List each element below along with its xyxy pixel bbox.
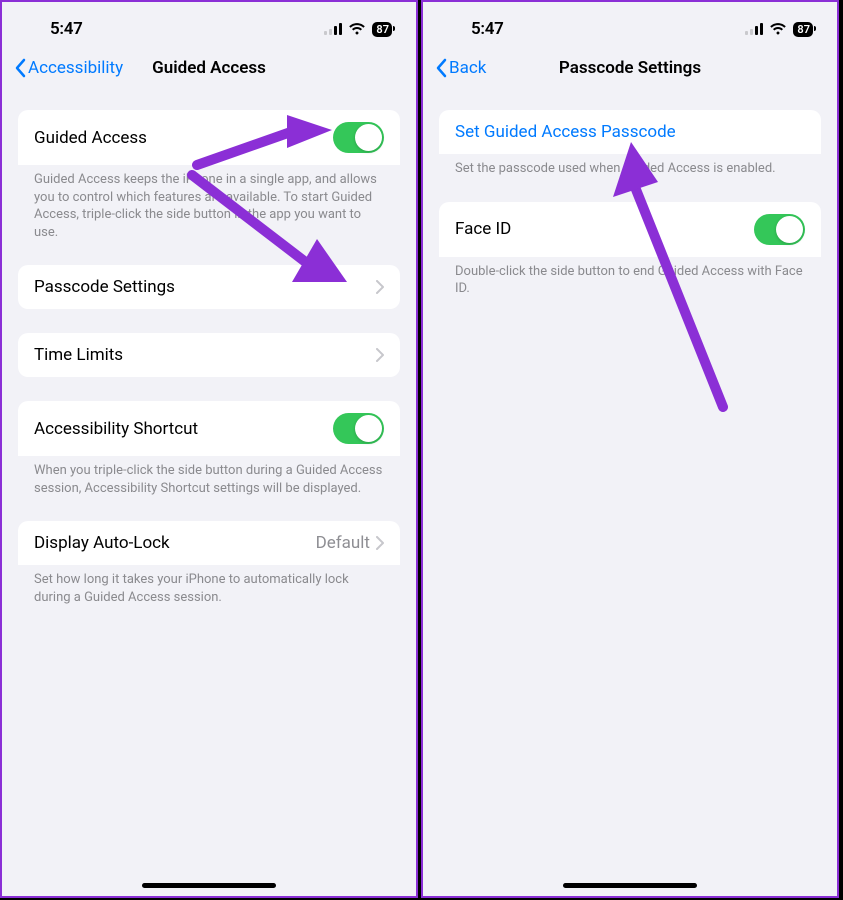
nav-bar: Accessibility Guided Access <box>2 48 416 92</box>
nav-bar: Back Passcode Settings <box>423 48 837 92</box>
toggle-switch[interactable] <box>754 214 805 245</box>
settings-list: Guided Access Guided Access keeps the iP… <box>2 110 416 606</box>
group-footer: Double-click the side button to end Guid… <box>439 257 821 298</box>
status-time: 5:47 <box>447 19 504 39</box>
battery-icon: 87 <box>372 22 392 37</box>
group-guided-access: Guided Access Guided Access keeps the iP… <box>18 110 400 241</box>
status-icons: 87 <box>745 22 813 37</box>
status-bar: 5:47 87 <box>423 2 837 48</box>
phone-guided-access: 5:47 87 Accessibility Guided Access Guid… <box>0 0 418 898</box>
cellular-icon <box>324 23 342 35</box>
toggle-switch[interactable] <box>333 413 384 444</box>
battery-icon: 87 <box>793 22 813 37</box>
row-time-limits[interactable]: Time Limits <box>18 333 400 377</box>
row-accessibility-shortcut[interactable]: Accessibility Shortcut <box>18 401 400 456</box>
row-passcode-settings[interactable]: Passcode Settings <box>18 265 400 309</box>
group-passcode: Passcode Settings <box>18 265 400 309</box>
chevron-left-icon <box>14 58 26 78</box>
wifi-icon <box>348 23 366 35</box>
group-footer: Set the passcode used when Guided Access… <box>439 154 821 178</box>
row-label: Passcode Settings <box>34 277 376 297</box>
row-faceid[interactable]: Face ID <box>439 202 821 257</box>
group-time-limits: Time Limits <box>18 333 400 377</box>
page-title: Guided Access <box>152 58 266 78</box>
group-set-passcode: Set Guided Access Passcode Set the passc… <box>439 110 821 178</box>
group-footer: Set how long it takes your iPhone to aut… <box>18 565 400 606</box>
status-bar: 5:47 87 <box>2 2 416 48</box>
cellular-icon <box>745 23 763 35</box>
home-indicator[interactable] <box>142 883 276 888</box>
row-label: Face ID <box>455 219 754 239</box>
chevron-right-icon <box>376 536 384 550</box>
page-title: Passcode Settings <box>559 58 701 78</box>
chevron-right-icon <box>376 280 384 294</box>
row-label: Time Limits <box>34 345 376 365</box>
row-label: Accessibility Shortcut <box>34 419 333 439</box>
group-faceid: Face ID Double-click the side button to … <box>439 202 821 298</box>
back-button[interactable]: Back <box>435 58 486 78</box>
row-set-passcode[interactable]: Set Guided Access Passcode <box>439 110 821 154</box>
home-indicator[interactable] <box>563 883 697 888</box>
back-label: Back <box>449 58 486 78</box>
back-button[interactable]: Accessibility <box>14 58 123 78</box>
group-display-autolock: Display Auto-Lock Default Set how long i… <box>18 521 400 606</box>
row-label: Set Guided Access Passcode <box>455 122 676 142</box>
toggle-switch[interactable] <box>333 122 384 153</box>
back-label: Accessibility <box>28 58 123 78</box>
row-display-autolock[interactable]: Display Auto-Lock Default <box>18 521 400 565</box>
status-time: 5:47 <box>26 19 83 39</box>
status-icons: 87 <box>324 22 392 37</box>
row-value: Default <box>316 533 370 553</box>
row-guided-access-toggle[interactable]: Guided Access <box>18 110 400 165</box>
wifi-icon <box>769 23 787 35</box>
phone-passcode-settings: 5:47 87 Back Passcode Settings Set Guide… <box>421 0 839 898</box>
group-footer: When you triple-click the side button du… <box>18 456 400 497</box>
chevron-left-icon <box>435 58 447 78</box>
row-label: Display Auto-Lock <box>34 533 316 553</box>
settings-list: Set Guided Access Passcode Set the passc… <box>423 110 837 298</box>
group-footer: Guided Access keeps the iPhone in a sing… <box>18 165 400 241</box>
group-accessibility-shortcut: Accessibility Shortcut When you triple-c… <box>18 401 400 497</box>
chevron-right-icon <box>376 348 384 362</box>
row-label: Guided Access <box>34 128 333 148</box>
